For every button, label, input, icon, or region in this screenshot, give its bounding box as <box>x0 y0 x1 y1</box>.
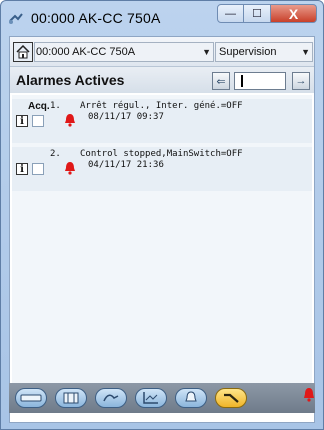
page-input[interactable] <box>234 72 286 90</box>
client-area: 00:000 AK-CC 750A ▼ Supervision ▼ Alarme… <box>9 36 315 423</box>
alarm-number: 1. <box>50 101 61 111</box>
close-button[interactable]: X <box>271 4 317 23</box>
controller-icon <box>20 394 42 402</box>
app-icon <box>7 9 25 27</box>
home-icon <box>16 45 30 59</box>
alarm-message: Arrêt régul., Inter. géné.=OFF <box>80 101 243 111</box>
alarm-bell-icon <box>304 388 314 402</box>
alarm-row[interactable]: 2. Control stopped,MainSwitch=OFF 04/11/… <box>12 147 312 191</box>
view-select-value: Supervision <box>219 46 277 58</box>
nav-tools-button[interactable] <box>215 388 247 408</box>
chevron-down-icon: ▼ <box>301 47 310 57</box>
nav-alarm-button[interactable] <box>175 388 207 408</box>
nav-sensor-button[interactable] <box>95 388 127 408</box>
ack-checkbox[interactable] <box>32 115 44 127</box>
alarm-timestamp: 08/11/17 09:37 <box>88 112 164 122</box>
display-icon <box>63 392 79 404</box>
minimize-button[interactable]: — <box>217 4 244 23</box>
nav-graph-button[interactable] <box>135 388 167 408</box>
text-caret <box>241 75 243 87</box>
device-select[interactable]: 00:000 AK-CC 750A ▼ <box>34 42 214 62</box>
nav-controller-button[interactable] <box>15 388 47 408</box>
alarm-bell-icon <box>185 391 197 402</box>
info-button[interactable]: i <box>16 163 28 175</box>
app-window: 00:000 AK-CC 750A — ☐ X 00:000 AK-CC 750… <box>0 0 324 430</box>
navigation-strip <box>9 383 315 413</box>
alarm-number: 2. <box>50 149 61 159</box>
home-button[interactable] <box>13 42 33 62</box>
ack-checkbox[interactable] <box>32 163 44 175</box>
alarm-timestamp: 04/11/17 21:36 <box>88 160 164 170</box>
alarm-header: Alarmes Actives ⇐ → <box>10 67 314 93</box>
maximize-button[interactable]: ☐ <box>244 4 271 23</box>
tools-icon <box>224 393 239 403</box>
view-select[interactable]: Supervision ▼ <box>215 42 313 62</box>
alarm-bell-icon <box>65 162 75 175</box>
next-page-button[interactable]: → <box>292 72 310 90</box>
ack-label: Acq. <box>28 101 50 112</box>
alarm-message: Control stopped,MainSwitch=OFF <box>80 149 243 159</box>
chevron-down-icon: ▼ <box>202 47 211 57</box>
alarm-bell-icon <box>65 114 75 127</box>
device-select-value: 00:000 AK-CC 750A <box>36 46 136 58</box>
alarm-row[interactable]: Acq. 1. Arrêt régul., Inter. géné.=OFF 0… <box>12 99 312 143</box>
nav-display-button[interactable] <box>55 388 87 408</box>
prev-page-button[interactable]: ⇐ <box>212 72 230 90</box>
graph-icon <box>143 392 158 404</box>
title-bar[interactable]: 00:000 AK-CC 750A — ☐ X <box>1 1 323 35</box>
info-button[interactable]: i <box>16 115 28 127</box>
sensor-icon <box>103 394 119 402</box>
page-title: Alarmes Actives <box>16 72 125 88</box>
window-title: 00:000 AK-CC 750A <box>31 10 161 26</box>
toolbar: 00:000 AK-CC 750A ▼ Supervision ▼ <box>10 37 314 67</box>
alarm-list: Acq. 1. Arrêt régul., Inter. géné.=OFF 0… <box>12 95 312 385</box>
